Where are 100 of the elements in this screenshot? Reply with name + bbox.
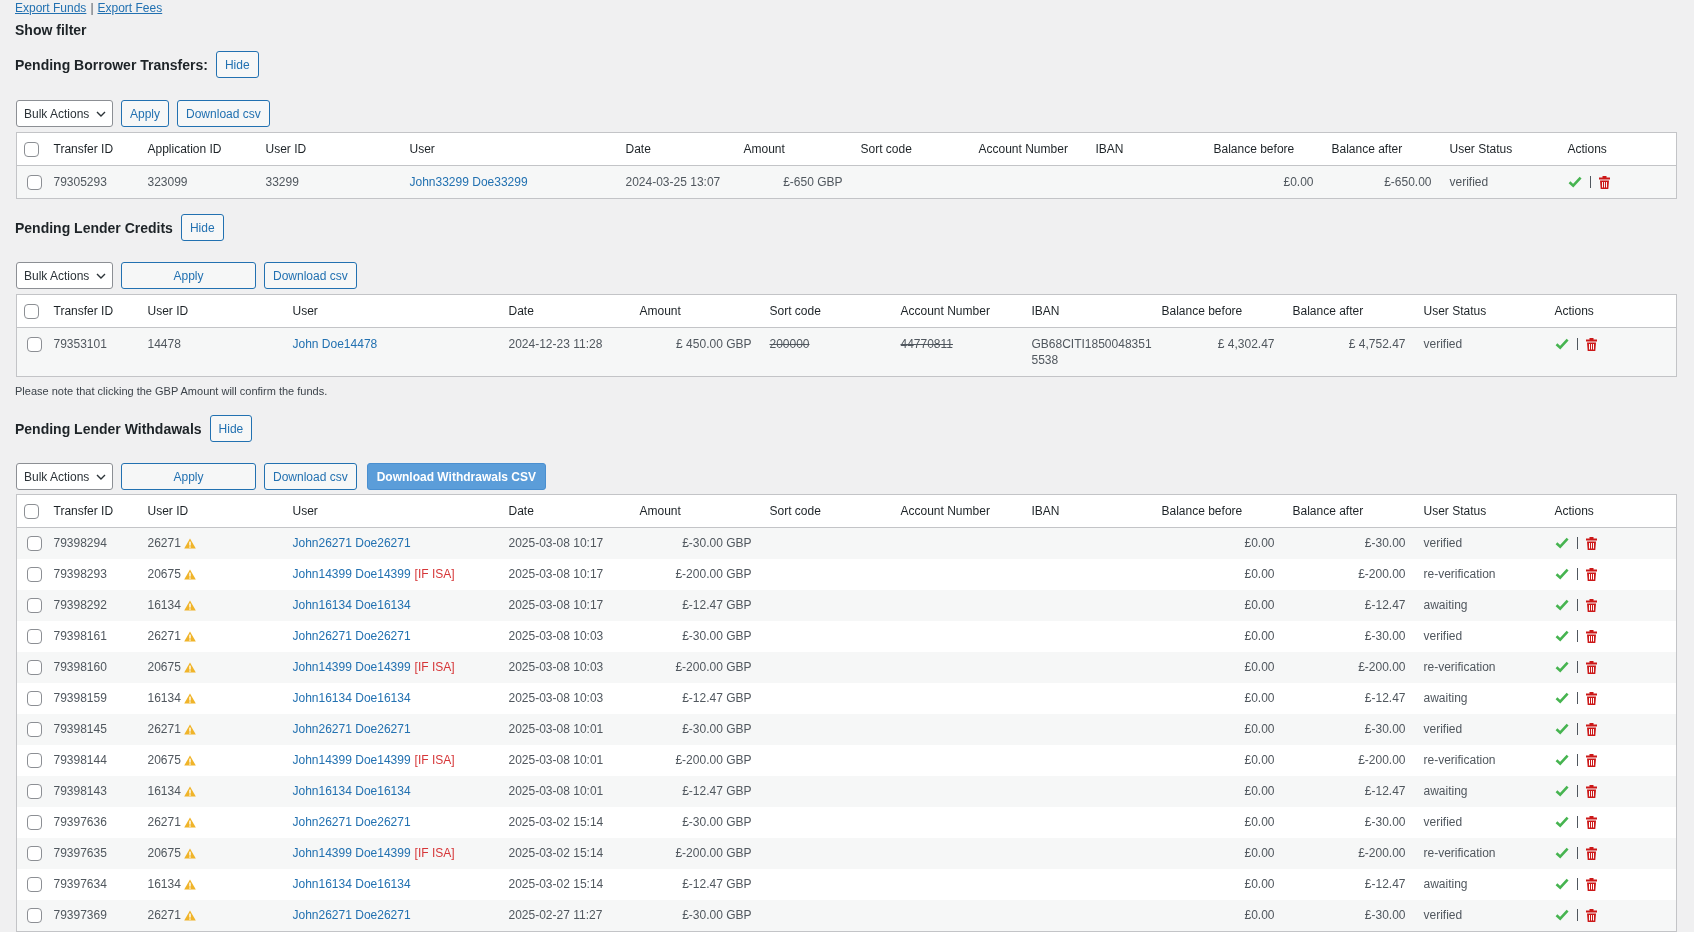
row-checkbox[interactable] — [27, 567, 42, 582]
trash-icon[interactable] — [1585, 629, 1597, 643]
row-checkbox[interactable] — [27, 784, 42, 799]
download-button[interactable]: Download csv — [264, 463, 357, 490]
show-filter-toggle[interactable]: Show filter — [15, 20, 87, 40]
export-link[interactable]: Export Funds — [15, 0, 87, 16]
user-link[interactable]: John33299 Doe33299 — [409, 175, 528, 189]
user-link[interactable]: John16134 Doe16134 — [292, 691, 411, 705]
trash-icon[interactable] — [1585, 660, 1597, 674]
balance-text: £-30.00 — [1364, 629, 1406, 643]
check-icon[interactable] — [1554, 568, 1569, 580]
check-icon[interactable] — [1554, 599, 1569, 611]
trash-icon[interactable] — [1585, 567, 1597, 581]
trash-icon[interactable] — [1585, 815, 1597, 829]
balance-text: £ 4,302.47 — [1217, 337, 1275, 351]
user-link[interactable]: John26271 Doe26271 — [292, 815, 411, 829]
check-icon[interactable] — [1554, 661, 1569, 673]
user-link[interactable]: John16134 Doe16134 — [292, 877, 411, 891]
balance-text: £-200.00 — [1358, 753, 1406, 767]
check-icon[interactable] — [1554, 754, 1569, 766]
trash-icon[interactable] — [1585, 536, 1597, 550]
trash-icon[interactable] — [1585, 337, 1597, 351]
row-checkbox[interactable] — [27, 722, 42, 737]
check-icon[interactable] — [1567, 176, 1582, 188]
transfer-id: 79397635 — [53, 846, 107, 860]
trash-icon[interactable] — [1585, 691, 1597, 705]
check-icon[interactable] — [1554, 816, 1569, 828]
user-link[interactable]: John26271 Doe26271 — [292, 722, 411, 736]
select-all-checkbox[interactable] — [24, 303, 39, 319]
bulk-actions-dropdown[interactable]: Bulk Actions — [16, 463, 113, 490]
row-checkbox[interactable] — [27, 175, 42, 190]
check-icon[interactable] — [1554, 338, 1569, 350]
balance-text: £-12.47 — [1364, 598, 1406, 612]
user-link[interactable]: John16134 Doe16134 — [292, 598, 411, 612]
bulk-actions-dropdown[interactable]: Bulk Actions — [16, 262, 113, 289]
user-link[interactable]: John16134 Doe16134 — [292, 784, 411, 798]
user-link[interactable]: John26271 Doe26271 — [292, 629, 411, 643]
trash-icon[interactable] — [1585, 753, 1597, 767]
status-text: verified — [1423, 337, 1463, 351]
apply-button[interactable]: Apply — [121, 463, 256, 490]
download-button[interactable]: Download csv — [264, 262, 357, 289]
trash-icon[interactable] — [1598, 175, 1610, 189]
column-header: Sort code — [769, 504, 821, 518]
row-checkbox[interactable] — [27, 629, 42, 644]
amount-text: £-12.47 GBP — [682, 598, 752, 612]
user-link[interactable]: John14399 Doe14399 — [292, 753, 411, 767]
select-all-checkbox[interactable] — [24, 141, 39, 157]
download-button[interactable]: Download Withdrawals CSV — [366, 463, 546, 490]
column-header: Account Number — [900, 504, 990, 518]
user-link[interactable]: John Doe14478 — [292, 337, 378, 351]
check-icon[interactable] — [1554, 785, 1569, 797]
trash-icon[interactable] — [1585, 722, 1597, 736]
user-link[interactable]: John26271 Doe26271 — [292, 908, 411, 922]
row-checkbox[interactable] — [27, 846, 42, 861]
user-link[interactable]: John14399 Doe14399 — [292, 567, 411, 581]
trash-icon[interactable] — [1585, 908, 1597, 922]
row-checkbox[interactable] — [27, 753, 42, 768]
date-text: 2025-03-02 15:14 — [508, 877, 604, 891]
date-text: 2025-03-02 15:14 — [508, 846, 604, 860]
user-id: 20675 — [147, 845, 181, 861]
isa-tag: [IF ISA] — [414, 846, 455, 860]
download-button[interactable]: Download csv — [177, 100, 270, 127]
column-header: User — [409, 142, 435, 156]
row-checkbox[interactable] — [27, 337, 42, 352]
date-text: 2025-03-08 10:03 — [508, 629, 604, 643]
hide-button[interactable]: Hide — [180, 214, 224, 241]
row-checkbox[interactable] — [27, 660, 42, 675]
trash-icon[interactable] — [1585, 877, 1597, 891]
row-checkbox[interactable] — [27, 877, 42, 892]
hide-button[interactable]: Hide — [209, 415, 253, 442]
apply-button[interactable]: Apply — [121, 100, 170, 127]
row-checkbox[interactable] — [27, 536, 42, 551]
trash-icon[interactable] — [1585, 598, 1597, 612]
check-icon[interactable] — [1554, 909, 1569, 921]
row-checkbox[interactable] — [27, 908, 42, 923]
user-link[interactable]: John14399 Doe14399 — [292, 846, 411, 860]
balance-text: £-200.00 — [1358, 846, 1406, 860]
check-icon[interactable] — [1554, 878, 1569, 890]
amount-text: £-200.00 GBP — [675, 660, 752, 674]
user-id: 20675 — [147, 752, 181, 768]
apply-button[interactable]: Apply — [121, 262, 256, 289]
row-checkbox[interactable] — [27, 598, 42, 613]
user-link[interactable]: John26271 Doe26271 — [292, 536, 411, 550]
check-icon[interactable] — [1554, 630, 1569, 642]
user-id: 33299 — [265, 174, 299, 190]
check-icon[interactable] — [1554, 723, 1569, 735]
row-checkbox[interactable] — [27, 691, 42, 706]
export-link[interactable]: Export Fees — [97, 0, 163, 16]
check-icon[interactable] — [1554, 692, 1569, 704]
bulk-actions-dropdown[interactable]: Bulk Actions — [16, 100, 113, 127]
check-icon[interactable] — [1554, 537, 1569, 549]
select-all-checkbox[interactable] — [24, 503, 39, 519]
user-link[interactable]: John14399 Doe14399 — [292, 660, 411, 674]
trash-icon[interactable] — [1585, 784, 1597, 798]
check-icon[interactable] — [1554, 847, 1569, 859]
row-checkbox[interactable] — [27, 815, 42, 830]
trash-icon[interactable] — [1585, 846, 1597, 860]
column-header: IBAN — [1031, 504, 1060, 518]
column-header: Actions — [1554, 304, 1594, 318]
hide-button[interactable]: Hide — [215, 51, 259, 78]
